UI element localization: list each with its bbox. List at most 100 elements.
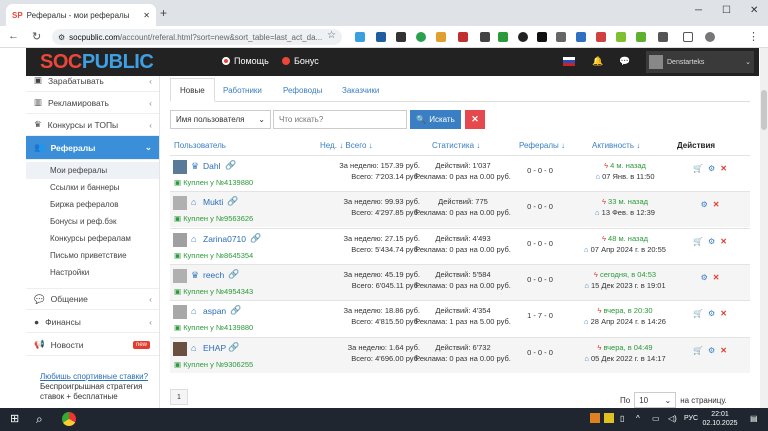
header-activity[interactable]: Активность ↓ (592, 141, 640, 150)
sidebar-sub-links[interactable]: Ссылки и баннеры (26, 179, 159, 196)
avatar[interactable] (173, 305, 187, 320)
avatar[interactable] (173, 160, 187, 174)
extension-dollar-icon[interactable] (498, 32, 508, 42)
clear-button[interactable]: ✕ (465, 110, 485, 129)
avatar[interactable] (173, 196, 187, 211)
delete-icon[interactable]: ✕ (720, 164, 727, 173)
close-tab-icon[interactable]: ✕ (143, 11, 150, 20)
tab-refovody[interactable]: Рефоводы (274, 78, 331, 102)
link-icon[interactable]: 🔗 (225, 160, 236, 171)
promo-link[interactable]: Любишь спортивные ставки? (40, 372, 154, 382)
sidebar-sub-welcome[interactable]: Письмо приветствие (26, 247, 159, 264)
scrollbar-thumb[interactable] (761, 90, 767, 130)
sidebar-sub-exchange[interactable]: Биржа рефералов (26, 196, 159, 213)
gear-icon[interactable]: ⚙ (708, 309, 715, 318)
tray-network-icon[interactable]: ▭ (652, 414, 660, 423)
sidebar-sub-my-referrals[interactable]: Мои рефералы (26, 162, 159, 179)
cart-icon[interactable]: 🛒 (693, 309, 703, 318)
bought-from[interactable]: ▣ Куплен у №4139880 (174, 178, 253, 187)
link-icon[interactable]: 🔗 (250, 233, 261, 244)
referral-name[interactable]: reech (203, 270, 224, 280)
bought-from[interactable]: ▣ Куплен у №4139880 (174, 323, 253, 332)
address-bar[interactable]: ⚙ socpublic.com/account/referal.html?sor… (52, 29, 342, 45)
delete-icon[interactable]: ✕ (720, 346, 727, 355)
sidebar-sub-contests[interactable]: Конкурсы рефералам (26, 230, 159, 247)
tray-volume-icon[interactable]: ◁) (668, 414, 677, 423)
sidebar-item-contests[interactable]: ♛ Конкурсы и ТОПы ‹ (26, 114, 159, 136)
gear-icon[interactable]: ⚙ (708, 237, 715, 246)
avatar[interactable] (173, 232, 187, 247)
extension-red-icon[interactable] (458, 32, 468, 42)
bought-from[interactable]: ▣ Куплен у №8645354 (174, 251, 253, 260)
referral-name[interactable]: aspan (203, 306, 226, 316)
search-button[interactable]: 🔍 Искать (410, 110, 461, 129)
sidebar-item-referrals[interactable]: 👥 Рефералы ⌄ (26, 136, 159, 160)
referral-name[interactable]: Mukti (203, 197, 223, 207)
search-field-select[interactable]: Имя пользователя ⌄ (170, 110, 271, 129)
extension-coin-icon[interactable] (436, 32, 446, 42)
extension-black-icon[interactable] (537, 32, 547, 42)
extension-c-icon[interactable] (480, 32, 490, 42)
avatar[interactable] (173, 341, 187, 356)
header-week[interactable]: Нед. ↓ Всего ↓ (320, 141, 373, 150)
tray-chevron-icon[interactable]: ^ (636, 414, 640, 423)
tray-language[interactable]: РУС (684, 415, 698, 422)
sidebar-item-finance[interactable]: ● Финансы ‹ (26, 311, 159, 333)
language-flag-icon[interactable] (563, 57, 575, 66)
gear-icon[interactable]: ⚙ (701, 273, 708, 282)
sidebar-item-earn[interactable]: ▣ Зарабатывать ‹ (26, 76, 159, 92)
cart-icon[interactable]: 🛒 (693, 164, 703, 173)
user-menu[interactable]: Denstarteks ⌄ (646, 51, 754, 73)
referral-name[interactable]: EHAP (203, 343, 226, 353)
sidebar-sub-settings[interactable]: Настройки (26, 264, 159, 281)
search-icon[interactable]: ⌕ (36, 412, 43, 427)
tray-ali-icon[interactable] (604, 413, 614, 423)
gear-icon[interactable]: ⚙ (708, 164, 715, 173)
tray-app-icon[interactable] (590, 413, 600, 423)
sidebar-item-news[interactable]: 📢 Новости new (26, 334, 159, 356)
notifications-icon[interactable]: ▤ (750, 414, 758, 423)
maximize-icon[interactable]: ☐ (722, 5, 731, 16)
site-info-icon[interactable]: ⚙ (58, 33, 65, 42)
close-window-icon[interactable]: ✕ (750, 5, 758, 16)
site-logo[interactable]: SOCPUBLIC (40, 51, 154, 74)
extension-pin-icon[interactable] (596, 32, 606, 42)
reload-icon[interactable]: ↻ (32, 30, 41, 43)
referral-name[interactable]: Dahl (203, 161, 220, 171)
tray-usb-icon[interactable]: ▯ (620, 414, 624, 423)
extension-cloud-icon[interactable] (355, 32, 365, 42)
sidebar-item-chat[interactable]: 💬 Общение ‹ (26, 288, 159, 310)
bought-from[interactable]: ▣ Куплен у №4954343 (174, 287, 253, 296)
header-stats[interactable]: Статистика ↓ (432, 141, 480, 150)
delete-icon[interactable]: ✕ (720, 237, 727, 246)
tab-customers[interactable]: Заказчики (333, 78, 388, 102)
extension-square-icon[interactable] (396, 32, 406, 42)
extension-dark-icon[interactable] (518, 32, 528, 42)
sidebar-item-advertise[interactable]: ▥ Рекламировать ‹ (26, 92, 159, 114)
profile-icon[interactable] (705, 32, 715, 42)
extension-blue-icon[interactable] (576, 32, 586, 42)
windows-start-icon[interactable]: ⊞ (10, 412, 19, 425)
page-button[interactable]: 1 (170, 389, 188, 405)
help-link[interactable]: Помощь (222, 56, 269, 66)
gear-icon[interactable]: ⚙ (701, 200, 708, 209)
delete-icon[interactable]: ✕ (713, 273, 720, 282)
extension-leaf-icon[interactable] (636, 32, 646, 42)
extension-green-icon[interactable] (416, 32, 426, 42)
new-tab-icon[interactable]: + (160, 6, 167, 20)
cart-icon[interactable]: 🛒 (693, 346, 703, 355)
extension-lime-icon[interactable] (616, 32, 626, 42)
chrome-taskbar-icon[interactable] (62, 412, 76, 426)
link-icon[interactable]: 🔗 (228, 342, 239, 353)
extensions-puzzle-icon[interactable] (658, 32, 668, 42)
link-icon[interactable]: 🔗 (228, 269, 239, 280)
bonus-link[interactable]: Бонус (282, 56, 319, 66)
minimize-icon[interactable]: ─ (695, 5, 702, 16)
tab-workers[interactable]: Работники (214, 78, 271, 102)
header-user[interactable]: Пользователь (174, 141, 226, 150)
link-icon[interactable]: 🔗 (227, 196, 238, 207)
delete-icon[interactable]: ✕ (713, 200, 720, 209)
delete-icon[interactable]: ✕ (720, 309, 727, 318)
gear-icon[interactable]: ⚙ (708, 346, 715, 355)
tab-new[interactable]: Новые (170, 78, 215, 102)
